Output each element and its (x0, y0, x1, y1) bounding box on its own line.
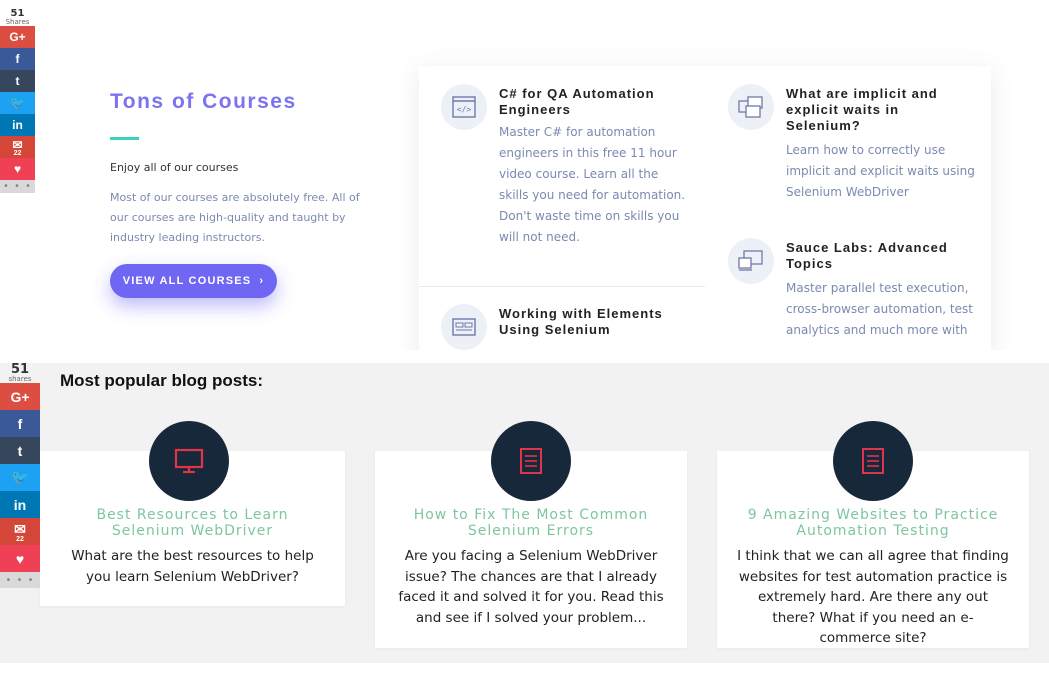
blog-post-excerpt: I think that we can all agree that findi… (737, 548, 1009, 646)
courses-description: Most of our courses are absolutely free.… (110, 191, 360, 244)
google-plus-share-button[interactable]: G+ (0, 383, 40, 410)
courses-subtitle: Enjoy all of our courses (110, 161, 239, 174)
tumblr-share-button[interactable]: t (0, 70, 35, 92)
blog-heading: Most popular blog posts: (60, 371, 264, 390)
share-bar-top: 51 Shares G+ f t 🐦 in ✉ 22 ♥ • • • (0, 9, 35, 193)
tumblr-share-button[interactable]: t (0, 437, 40, 464)
svg-text:</>: </> (457, 105, 472, 114)
share-count: 51 Shares (0, 9, 35, 26)
monitor-icon (149, 421, 229, 501)
blog-post-title-link[interactable]: How to Fix The Most Common Selenium Erro… (395, 507, 667, 539)
course-description: Learn how to correctly use implicit and … (786, 143, 975, 199)
email-share-button[interactable]: ✉ 22 (0, 518, 40, 545)
tumblr-icon: t (15, 74, 20, 88)
document-icon (491, 421, 571, 501)
share-count-label: shares (8, 375, 32, 383)
view-all-courses-button[interactable]: VIEW ALL COURSES › (110, 264, 277, 298)
blog-post-excerpt: What are the best resources to help you … (71, 548, 314, 585)
blog-post-title-link[interactable]: 9 Amazing Websites to Practice Automatio… (737, 507, 1009, 539)
blog-card[interactable]: Best Resources to Learn Selenium WebDriv… (40, 421, 345, 606)
facebook-share-button[interactable]: f (0, 410, 40, 437)
courses-section: Tons of Courses Enjoy all of our courses… (0, 0, 1049, 350)
course-title[interactable]: Sauce Labs: Advanced Topics (786, 240, 976, 272)
courses-card: </> C# for QA Automation Engineers Maste… (419, 66, 991, 350)
google-plus-icon: G+ (10, 388, 30, 405)
course-title[interactable]: What are implicit and explicit waits in … (786, 86, 976, 134)
course-item-csharp[interactable]: </> C# for QA Automation Engineers Maste… (441, 84, 701, 284)
document-icon (833, 421, 913, 501)
pocket-share-button[interactable]: ♥ (0, 158, 35, 180)
pocket-share-button[interactable]: ♥ (0, 545, 40, 572)
twitter-share-button[interactable]: 🐦 (0, 92, 35, 114)
courses-heading: Tons of Courses (110, 90, 297, 113)
course-description: Master C# for automation engineers in th… (499, 125, 686, 244)
course-item-waits[interactable]: What are implicit and explicit waits in … (728, 84, 988, 234)
google-plus-share-button[interactable]: G+ (0, 26, 35, 48)
pocket-icon: ♥ (15, 550, 25, 567)
more-share-options-button[interactable]: • • • (0, 572, 40, 588)
email-share-button[interactable]: ✉ 22 (0, 136, 35, 158)
course-item-elements[interactable]: Working with Elements Using Selenium (441, 304, 701, 350)
linkedin-icon: in (12, 118, 23, 132)
chevron-right-icon: › (259, 275, 265, 287)
linkedin-share-button[interactable]: in (0, 491, 40, 518)
code-window-icon: </> (441, 84, 487, 130)
blog-post-title-link[interactable]: Best Resources to Learn Selenium WebDriv… (60, 507, 325, 539)
course-title[interactable]: C# for QA Automation Engineers (499, 86, 689, 118)
devices-icon (728, 238, 774, 284)
more-share-options-button[interactable]: • • • (0, 180, 35, 193)
windows-icon (728, 84, 774, 130)
facebook-share-button[interactable]: f (0, 48, 35, 70)
twitter-share-button[interactable]: 🐦 (0, 464, 40, 491)
blog-card[interactable]: 9 Amazing Websites to Practice Automatio… (717, 421, 1029, 648)
email-share-count: 22 (13, 149, 22, 157)
email-icon: ✉ (14, 520, 26, 537)
twitter-icon: 🐦 (10, 96, 25, 110)
linkedin-share-button[interactable]: in (0, 114, 35, 136)
share-count: 51 shares (0, 363, 40, 383)
pocket-icon: ♥ (13, 162, 22, 176)
blog-post-excerpt: Are you facing a Selenium WebDriver issu… (398, 548, 664, 626)
course-title[interactable]: Working with Elements Using Selenium (499, 306, 689, 338)
browser-elements-icon (441, 304, 487, 350)
blog-card[interactable]: How to Fix The Most Common Selenium Erro… (375, 421, 687, 648)
blog-section: Most popular blog posts: Best Resources … (0, 363, 1049, 663)
heading-underline (110, 137, 139, 140)
divider (419, 286, 705, 287)
google-plus-icon: G+ (9, 30, 26, 44)
view-all-courses-label: VIEW ALL COURSES (122, 275, 252, 287)
facebook-icon: f (15, 52, 20, 66)
facebook-icon: f (17, 415, 23, 432)
tumblr-icon: t (17, 442, 23, 459)
share-bar-bottom: 51 shares G+ f t 🐦 in ✉ 22 ♥ • • • (0, 363, 40, 588)
share-count-label: Shares (5, 18, 30, 26)
course-item-sauce-labs[interactable]: Sauce Labs: Advanced Topics Master paral… (728, 238, 988, 350)
linkedin-icon: in (13, 496, 27, 513)
twitter-icon: 🐦 (11, 469, 29, 485)
course-description: Master parallel test execution, cross-br… (786, 281, 973, 350)
